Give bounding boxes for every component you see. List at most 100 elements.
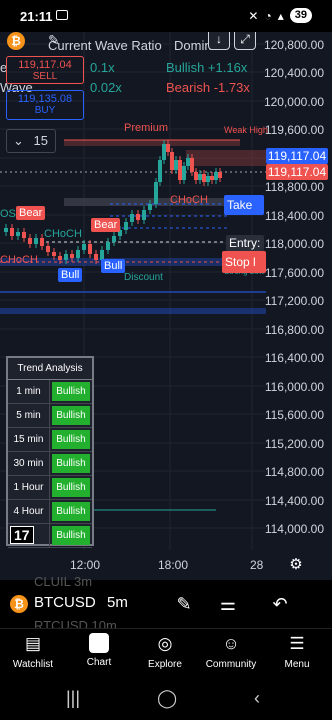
dominant-label: Domin bbox=[174, 38, 212, 53]
buy-button[interactable]: 119,135.08 BUY bbox=[6, 90, 84, 120]
screenshot-icon bbox=[56, 10, 68, 20]
home-icon[interactable]: ◯ bbox=[157, 688, 177, 709]
clock: 21:11 bbox=[20, 9, 53, 24]
trend-timeframe: 30 min bbox=[8, 452, 50, 475]
price-label: 120,800.00 bbox=[263, 38, 324, 52]
candle-body bbox=[178, 160, 182, 180]
trend-value: Bullish bbox=[51, 454, 90, 473]
price-label: 117,200.00 bbox=[264, 294, 324, 308]
trend-timeframe: 1 Hour bbox=[8, 476, 50, 499]
choch-label-2: CHoCH bbox=[44, 228, 82, 240]
nav-watchlist[interactable]: ▤ Watchlist bbox=[0, 633, 66, 670]
candle-body bbox=[194, 172, 198, 180]
sell-button[interactable]: 119,117.04 SELL bbox=[6, 56, 84, 84]
price-label: 116,800.00 bbox=[264, 323, 324, 337]
status-icons: ✕ ◔ ▴ 39 bbox=[248, 8, 312, 23]
trend-value: Bullish bbox=[51, 502, 90, 521]
candle-body bbox=[70, 254, 74, 258]
price-label: 115,600.00 bbox=[264, 408, 324, 422]
bull-label-2: Bull bbox=[101, 259, 126, 273]
stop-loss-label[interactable]: Stop l bbox=[222, 251, 266, 273]
symbol-name[interactable]: BTCUSD bbox=[34, 594, 96, 611]
trend-table-title: Trend Analysis bbox=[8, 358, 92, 380]
price-axis[interactable]: 120,800.00 120,400.00 120,000.00 119,600.00… bbox=[263, 32, 332, 550]
candle-body bbox=[174, 160, 178, 170]
nav-community[interactable]: ☺ Community bbox=[198, 633, 264, 670]
recents-icon[interactable]: ||| bbox=[66, 688, 80, 709]
wave-ratio-label: Current Wave Ratio bbox=[48, 38, 162, 53]
candle-body bbox=[142, 210, 146, 220]
trend-row: 1 min Bullish bbox=[8, 380, 92, 404]
candle-body bbox=[4, 228, 8, 232]
trend-value: Bullish bbox=[51, 382, 90, 401]
back-icon[interactable]: ‹ bbox=[254, 688, 260, 709]
trend-timeframe: 1 min bbox=[8, 380, 50, 403]
nav-label: Explore bbox=[148, 659, 182, 670]
chart-canvas[interactable]: ₿ ✎ Current Wave Ratio Domin ↓ ⤢ e Wave … bbox=[0, 32, 332, 550]
price-label: 114,800.00 bbox=[264, 465, 324, 479]
trend-value: Bullish bbox=[51, 478, 90, 497]
wifi-icon: ◔ bbox=[264, 8, 272, 23]
entry-label[interactable]: Entry: bbox=[226, 235, 264, 251]
trend-row: 15 min Bullish bbox=[8, 428, 92, 452]
trend-value: Bullish bbox=[51, 406, 90, 425]
price-label: 114,000.00 bbox=[264, 522, 324, 536]
trend-timeframe: 4 Hour bbox=[8, 500, 50, 523]
people-icon: ☺ bbox=[222, 634, 240, 653]
candle-body bbox=[106, 242, 110, 250]
undo-icon[interactable]: ↶ bbox=[268, 592, 292, 616]
trend-row: 5 min Bullish bbox=[8, 404, 92, 428]
settings-icon[interactable]: ⚙ bbox=[284, 553, 308, 577]
trend-timeframe: 15 min bbox=[8, 428, 50, 451]
sliders-icon[interactable]: ⚌ bbox=[216, 592, 240, 616]
tradingview-logo: 17 bbox=[10, 526, 34, 544]
nav-label: Chart bbox=[86, 657, 112, 668]
candle-body bbox=[52, 252, 56, 256]
status-bar: 21:11 ✕ ◔ ▴ 39 bbox=[0, 0, 332, 32]
nav-explore[interactable]: ◎ Explore bbox=[132, 633, 198, 670]
ask-price-tag: 119,117.04 bbox=[266, 148, 328, 164]
fullscreen-icon[interactable]: ⤢ bbox=[234, 32, 256, 50]
trend-analysis-table: Trend Analysis 1 min Bullish 5 min Bullish 1… bbox=[6, 356, 94, 548]
bear-label-1: Bear bbox=[16, 206, 46, 220]
price-label: 114,400.00 bbox=[264, 494, 324, 508]
bos-label: OS bbox=[0, 208, 16, 220]
price-label: 118,400.00 bbox=[264, 209, 324, 223]
ratio-1: 0.1x bbox=[90, 60, 115, 75]
pencil-icon[interactable]: ✎ bbox=[172, 592, 196, 616]
mute-icon: ✕ bbox=[248, 8, 259, 23]
choch-label-1: CHoCH bbox=[170, 194, 208, 206]
sell-label: SELL bbox=[32, 71, 58, 82]
chevron-down-icon[interactable]: ↓ bbox=[208, 32, 230, 50]
candle-body bbox=[170, 152, 174, 170]
discount-label: Discount bbox=[124, 272, 163, 283]
candle-body bbox=[28, 238, 32, 244]
candle-body bbox=[76, 250, 80, 258]
nav-label: Menu bbox=[284, 659, 310, 670]
trend-timeframe: 5 min bbox=[8, 404, 50, 427]
quantity-value: 15 bbox=[33, 133, 48, 148]
price-label: 116,000.00 bbox=[264, 380, 324, 394]
candle-body bbox=[162, 144, 166, 160]
signal-icon: ▴ bbox=[277, 8, 284, 23]
bear-label-2: Bear bbox=[91, 218, 121, 232]
candle-body bbox=[182, 166, 186, 180]
supply-zone bbox=[186, 150, 266, 166]
bullish-ratio: Bullish +1.16x bbox=[166, 60, 248, 75]
choch-label-3: CHoCH bbox=[0, 254, 38, 266]
trend-row: 1 Hour Bullish bbox=[8, 476, 92, 500]
quantity-selector[interactable]: ⌄ 15 bbox=[6, 129, 56, 153]
interval-selector[interactable]: 5m bbox=[107, 594, 128, 611]
premium-label: Premium bbox=[124, 122, 169, 134]
nav-label: Watchlist bbox=[12, 659, 54, 670]
nav-chart[interactable]: Chart bbox=[66, 633, 132, 668]
candle-body bbox=[16, 232, 20, 236]
buy-label: BUY bbox=[34, 105, 56, 116]
chart-icon bbox=[89, 633, 109, 653]
candle-body bbox=[64, 254, 68, 260]
price-label: 119,600.00 bbox=[264, 123, 324, 137]
take-profit-label[interactable]: Take bbox=[224, 195, 264, 215]
candle-body bbox=[218, 172, 222, 178]
chevron-down-icon: ⌄ bbox=[13, 133, 24, 148]
nav-menu[interactable]: ☰ Menu bbox=[264, 633, 330, 670]
